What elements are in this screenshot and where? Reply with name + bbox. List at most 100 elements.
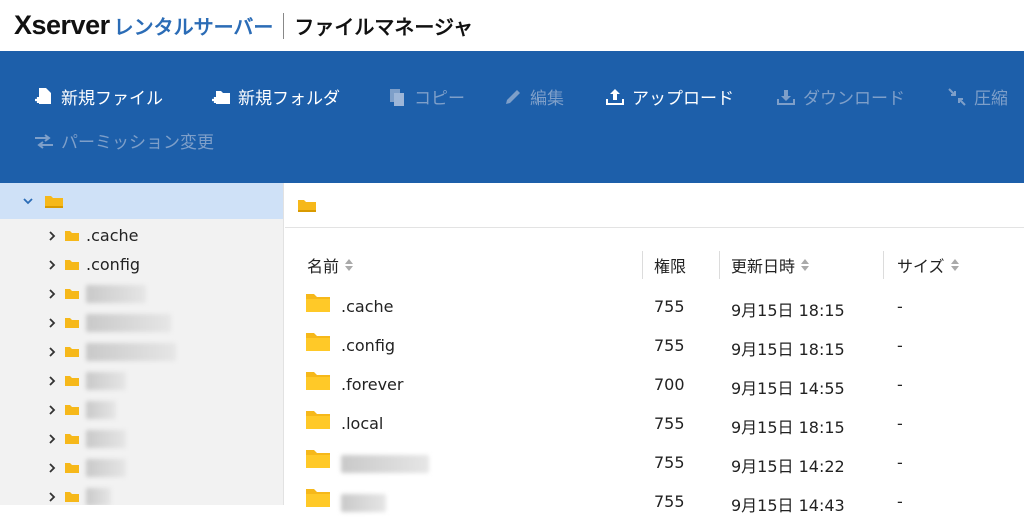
toolbar: 新規ファイル 新規フォルダ コピー 編集 アップロード ダウンロード 圧縮 パー… — [0, 51, 1024, 183]
download-label: ダウンロード — [803, 89, 905, 109]
chevron-right-icon[interactable] — [46, 346, 58, 358]
file-name[interactable]: .forever — [341, 375, 403, 394]
tree-item-cache[interactable]: .cache — [0, 221, 283, 250]
file-size: - — [897, 414, 903, 433]
file-name[interactable]: .cache — [341, 297, 393, 316]
folder-icon — [65, 492, 79, 502]
download-button[interactable]: ダウンロード — [775, 84, 905, 109]
column-divider[interactable] — [719, 251, 720, 279]
table-row[interactable]: .local 755 9月15日 18:15 - — [285, 404, 1024, 443]
column-header-name[interactable]: 名前 — [307, 253, 354, 277]
table-row[interactable]: 755 9月15日 14:43 - — [285, 482, 1024, 521]
new-folder-label: 新規フォルダ — [238, 89, 340, 109]
new-folder-button[interactable]: 新規フォルダ — [210, 84, 340, 109]
file-permission: 755 — [654, 336, 685, 355]
app-title: ファイルマネージャ — [294, 15, 474, 39]
chevron-right-icon[interactable] — [46, 433, 58, 445]
file-size: - — [897, 453, 903, 472]
permission-button[interactable]: パーミッション変更 — [33, 128, 214, 153]
redacted-file-name[interactable] — [341, 494, 386, 512]
chevron-right-icon[interactable] — [46, 375, 58, 387]
breadcrumb — [285, 183, 1024, 228]
chevron-right-icon[interactable] — [46, 317, 58, 329]
tree-item-redacted[interactable] — [0, 308, 283, 337]
table-row[interactable]: 755 9月15日 14:22 - — [285, 443, 1024, 482]
new-folder-icon — [212, 90, 230, 104]
tree-item-redacted[interactable] — [0, 395, 283, 424]
compress-button[interactable]: 圧縮 — [946, 84, 1008, 109]
folder-icon — [306, 372, 330, 390]
chevron-down-icon[interactable] — [22, 195, 34, 207]
tree-item-redacted[interactable] — [0, 279, 283, 308]
chevron-right-icon[interactable] — [46, 462, 58, 474]
file-modified: 9月15日 18:15 — [731, 340, 845, 359]
chevron-right-icon[interactable] — [46, 259, 58, 271]
table-row[interactable]: .config 755 9月15日 18:15 - — [285, 326, 1024, 365]
tree-root-item[interactable] — [0, 183, 283, 219]
tree-item-redacted[interactable] — [0, 337, 283, 366]
tree-item-redacted[interactable] — [0, 453, 283, 482]
column-header-label: 名前 — [307, 257, 340, 276]
file-permission: 700 — [654, 375, 685, 394]
brand-subtitle: レンタルサーバー — [113, 15, 274, 39]
folder-icon — [65, 289, 79, 299]
sort-icon — [345, 259, 354, 271]
folder-icon — [65, 405, 79, 415]
brand-logo[interactable]: Xserver — [14, 10, 110, 41]
edit-button[interactable]: 編集 — [502, 84, 564, 109]
upload-icon — [606, 88, 624, 105]
column-divider[interactable] — [642, 251, 643, 279]
file-modified: 9月15日 14:22 — [731, 457, 845, 476]
upload-button[interactable]: アップロード — [604, 84, 734, 109]
column-header-size[interactable]: サイズ — [897, 253, 960, 277]
folder-icon — [65, 231, 79, 241]
tree-item-redacted[interactable] — [0, 424, 283, 453]
sort-icon — [801, 259, 810, 271]
tree-item-label: .config — [86, 255, 141, 274]
redacted-label — [86, 342, 176, 361]
new-file-button[interactable]: 新規ファイル — [33, 84, 163, 109]
download-icon — [777, 89, 795, 105]
folder-icon — [65, 347, 79, 357]
file-size: - — [897, 375, 903, 394]
column-header-permission[interactable]: 権限 — [654, 253, 686, 277]
file-list-panel: 名前 権限 更新日時 サイズ .cache 755 9月15日 18:15 - … — [285, 183, 1024, 515]
permission-icon — [35, 133, 53, 149]
file-size: - — [897, 297, 903, 316]
column-divider[interactable] — [883, 251, 884, 279]
root-folder-icon[interactable] — [297, 197, 317, 214]
permission-label: パーミッション変更 — [61, 133, 214, 153]
tree-item-redacted[interactable] — [0, 482, 283, 505]
table-row[interactable]: .cache 755 9月15日 18:15 - — [285, 287, 1024, 326]
folder-icon — [65, 376, 79, 386]
chevron-right-icon[interactable] — [46, 288, 58, 300]
chevron-right-icon[interactable] — [46, 404, 58, 416]
copy-button[interactable]: コピー — [386, 84, 465, 109]
folder-icon — [65, 463, 79, 473]
file-permission: 755 — [654, 297, 685, 316]
file-name[interactable]: .local — [341, 414, 383, 433]
compress-label: 圧縮 — [974, 89, 1008, 109]
tree-item-config[interactable]: .config — [0, 250, 283, 279]
upload-label: アップロード — [632, 89, 734, 109]
column-header-modified[interactable]: 更新日時 — [731, 253, 810, 277]
redacted-file-name[interactable] — [341, 455, 429, 473]
file-size: - — [897, 336, 903, 355]
file-permission: 755 — [654, 453, 685, 472]
chevron-right-icon[interactable] — [46, 491, 58, 503]
chevron-right-icon[interactable] — [46, 230, 58, 242]
compress-icon — [948, 87, 966, 106]
new-file-label: 新規ファイル — [61, 89, 163, 109]
file-size: - — [897, 492, 903, 511]
folder-tree: .cache .config — [0, 183, 284, 505]
file-name[interactable]: .config — [341, 336, 395, 355]
table-row[interactable]: .forever 700 9月15日 14:55 - — [285, 365, 1024, 404]
redacted-label — [86, 313, 171, 332]
copy-icon — [390, 88, 404, 106]
tree-item-redacted[interactable] — [0, 366, 283, 395]
folder-icon — [306, 450, 330, 468]
file-permission: 755 — [654, 492, 685, 511]
tree-item-label: .cache — [86, 226, 139, 245]
column-header-label: 権限 — [654, 257, 687, 276]
header-divider — [283, 12, 285, 39]
